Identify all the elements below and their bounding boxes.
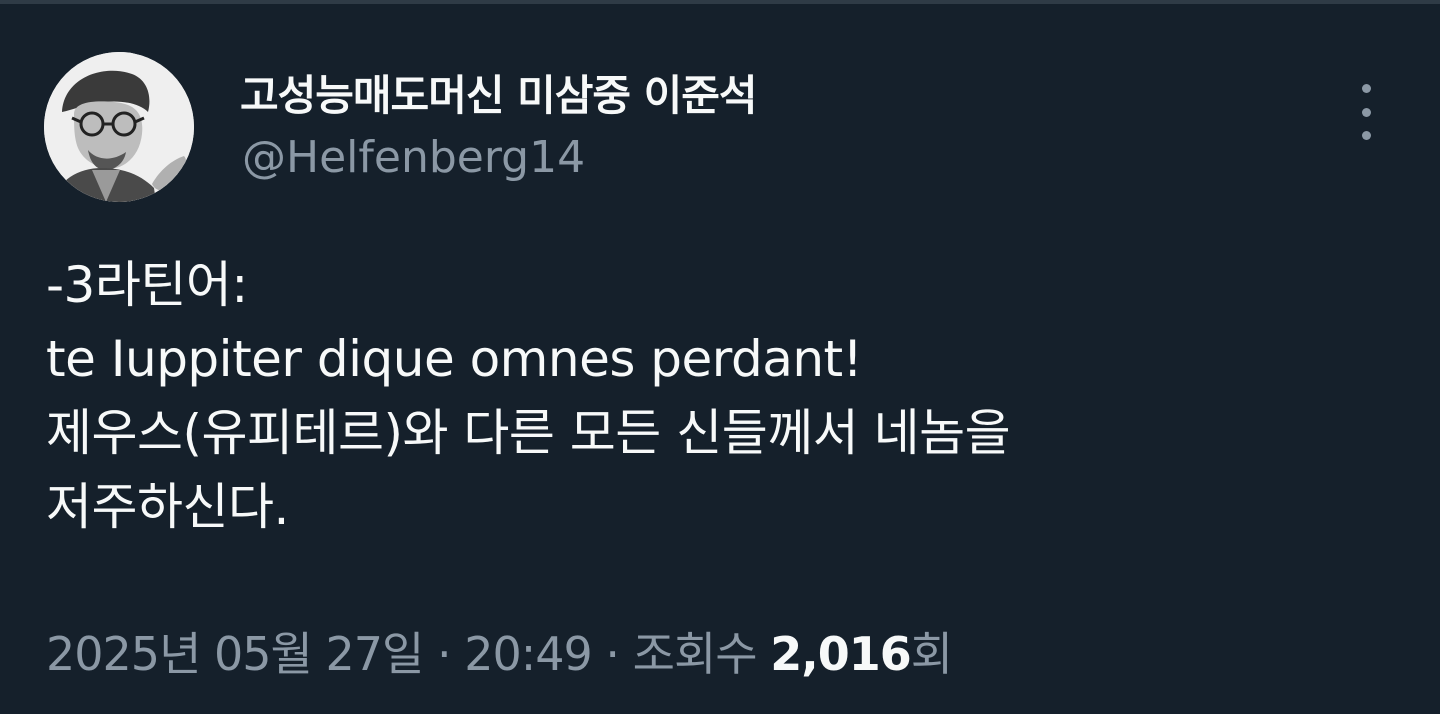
- views-suffix: 회: [910, 627, 953, 681]
- separator: ·: [591, 627, 633, 681]
- author-handle[interactable]: @Helfenberg14: [242, 132, 585, 183]
- more-options-button[interactable]: [1346, 84, 1386, 140]
- tweet-date[interactable]: 2025년 05월 27일: [46, 627, 424, 681]
- avatar[interactable]: [44, 52, 194, 202]
- views-label: 조회수: [632, 627, 771, 681]
- tweet-detail: 고성능매도머신 미삼중 이준석 @Helfenberg14 -3라틴어: te …: [0, 0, 1440, 714]
- tweet-line: 제우스(유피테르)와 다른 모든 신들께서 네놈을: [46, 404, 1011, 462]
- tweet-line: te Iuppiter dique omnes perdant!: [46, 330, 863, 388]
- separator: ·: [423, 627, 465, 681]
- tweet-text: -3라틴어: te Iuppiter dique omnes perdant! …: [46, 248, 1406, 544]
- more-vertical-icon: [1361, 131, 1371, 140]
- more-vertical-icon: [1361, 107, 1371, 117]
- avatar-image: [44, 52, 194, 202]
- tweet-time[interactable]: 20:49: [464, 627, 593, 681]
- tweet-line: -3라틴어:: [46, 256, 248, 314]
- tweet-line: 저주하신다.: [46, 478, 289, 536]
- tweet-metadata: 2025년 05월 27일 · 20:49 · 조회수 2,016회: [46, 618, 953, 684]
- views-count[interactable]: 2,016: [770, 627, 912, 681]
- more-vertical-icon: [1361, 84, 1371, 93]
- divider: [0, 0, 1440, 4]
- author-display-name[interactable]: 고성능매도머신 미삼중 이준석: [240, 62, 758, 123]
